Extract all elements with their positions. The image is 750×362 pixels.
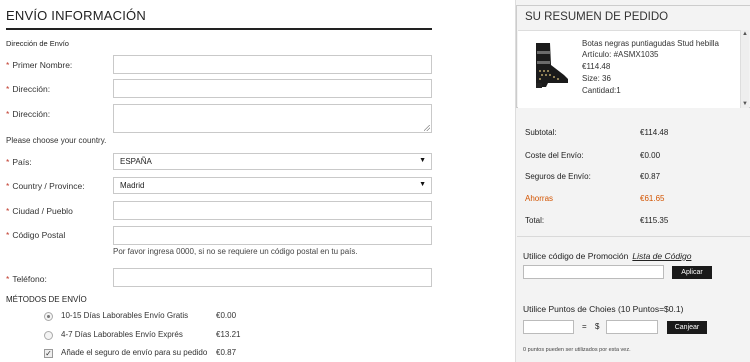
postal-label: * Código Postal bbox=[6, 230, 66, 240]
apply-promo-button[interactable]: Aplicar bbox=[672, 266, 712, 279]
dropdown-arrow-icon: ▼ bbox=[419, 181, 426, 188]
points-input[interactable] bbox=[523, 320, 574, 334]
promo-code-list-link[interactable]: Lista de Código bbox=[632, 251, 691, 261]
resize-grip-icon[interactable] bbox=[424, 125, 430, 131]
insurance-price: €0.87 bbox=[216, 348, 237, 357]
phone-input[interactable] bbox=[113, 268, 432, 287]
currency-sign: $ bbox=[595, 322, 600, 331]
product-quantity: Cantidad:1 bbox=[582, 86, 621, 95]
address-section-heading: Dirección de Envío bbox=[6, 39, 69, 48]
country-select[interactable]: ESPAÑA ▼ bbox=[113, 153, 432, 170]
postal-input[interactable] bbox=[113, 226, 432, 245]
product-name[interactable]: Botas negras puntiagudas Stud hebilla bbox=[582, 39, 719, 48]
insurance-cost-value: €0.87 bbox=[640, 172, 661, 181]
city-label: * Ciudad / Pueblo bbox=[6, 206, 73, 216]
country-label: * País: bbox=[6, 157, 32, 167]
city-input[interactable] bbox=[113, 201, 432, 220]
order-summary-panel: SU RESUMEN DE PEDIDO Botas negras puntia… bbox=[515, 0, 750, 362]
required-mark: * bbox=[6, 60, 10, 70]
shipping-option-name: 10-15 Días Laborables Envío Gratis bbox=[61, 311, 189, 320]
shipping-option-express[interactable]: 4-7 Días Laborables Envío Exprés €13.21 bbox=[44, 329, 304, 343]
page-title: ENVÍO INFORMACIÓN bbox=[6, 8, 146, 23]
country-prompt: Please choose your country. bbox=[6, 136, 107, 145]
required-mark: * bbox=[6, 84, 10, 94]
equals-sign: = bbox=[582, 322, 587, 331]
shipping-methods-heading: MÉTODOS DE ENVÍO bbox=[6, 295, 87, 304]
summary-title: SU RESUMEN DE PEDIDO bbox=[525, 11, 669, 23]
product-list-scrollbar[interactable]: ▲ ▼ bbox=[740, 30, 749, 108]
product-price: €114.48 bbox=[582, 62, 611, 71]
province-selected: Madrid bbox=[120, 181, 145, 190]
required-mark: * bbox=[6, 230, 10, 240]
redeem-points-button[interactable]: Canjear bbox=[667, 321, 707, 334]
product-size: Size: 36 bbox=[582, 74, 611, 83]
checkbox-checked-icon[interactable]: ✓ bbox=[44, 349, 53, 358]
address1-input[interactable] bbox=[113, 79, 432, 98]
points-label: Utilice Puntos de Choies (10 Puntos=$0.1… bbox=[523, 304, 684, 314]
title-divider bbox=[6, 28, 432, 30]
order-summary-box: SU RESUMEN DE PEDIDO Botas negras puntia… bbox=[516, 5, 750, 108]
points-value-input[interactable] bbox=[606, 320, 658, 334]
points-note: 0 puntos pueden ser utilizados por esta … bbox=[523, 347, 631, 353]
promo-label: Utilice código de Promoción Lista de Códi… bbox=[523, 251, 692, 261]
total-label: Total: bbox=[525, 216, 545, 225]
required-mark: * bbox=[6, 274, 10, 284]
savings-label: Ahorras bbox=[525, 194, 554, 203]
address2-label: * Dirección: bbox=[6, 109, 51, 119]
shipping-insurance-option[interactable]: ✓ Añade el seguro de envío para su pedid… bbox=[44, 347, 304, 361]
required-mark: * bbox=[6, 109, 10, 119]
subtotal-value: €114.48 bbox=[640, 128, 669, 137]
insurance-label: Añade el seguro de envío para su pedido bbox=[61, 348, 208, 357]
country-selected: ESPAÑA bbox=[120, 157, 152, 166]
subtotal-label: Subtotal: bbox=[525, 128, 557, 137]
shipping-option-standard[interactable]: 10-15 Días Laborables Envío Gratis €0.00 bbox=[44, 310, 304, 324]
totals-divider bbox=[517, 236, 750, 237]
postal-hint: Por favor ingresa 0000, si no se requier… bbox=[113, 247, 358, 256]
shipping-option-name: 4-7 Días Laborables Envío Exprés bbox=[61, 330, 183, 339]
required-mark: * bbox=[6, 206, 10, 216]
province-label: * Country / Province: bbox=[6, 181, 85, 191]
radio-unselected[interactable] bbox=[44, 331, 53, 340]
required-mark: * bbox=[6, 157, 10, 167]
required-mark: * bbox=[6, 181, 10, 191]
first-name-label: * Primer Nombre: bbox=[6, 60, 73, 70]
shipping-option-price: €0.00 bbox=[216, 311, 237, 320]
shipping-cost-label: Coste del Envío: bbox=[525, 151, 584, 160]
insurance-cost-label: Seguros de Envío: bbox=[525, 172, 591, 181]
shipping-form: ENVÍO INFORMACIÓN Dirección de Envío * Pr… bbox=[0, 0, 440, 362]
product-list: Botas negras puntiagudas Stud hebilla Ar… bbox=[518, 30, 740, 108]
phone-label: * Teléfono: bbox=[6, 274, 47, 284]
product-article: Artículo: #ASMX1035 bbox=[582, 50, 659, 59]
savings-value: €61.65 bbox=[640, 194, 665, 203]
total-value: €115.35 bbox=[640, 216, 669, 225]
address1-label: * Dirección: bbox=[6, 84, 51, 94]
radio-selected[interactable] bbox=[44, 312, 53, 321]
scroll-up-arrow-icon[interactable]: ▲ bbox=[741, 30, 749, 38]
first-name-input[interactable] bbox=[113, 55, 432, 74]
promo-code-input[interactable] bbox=[523, 265, 664, 279]
dropdown-arrow-icon: ▼ bbox=[419, 157, 426, 164]
province-select[interactable]: Madrid ▼ bbox=[113, 177, 432, 194]
scroll-down-arrow-icon[interactable]: ▼ bbox=[741, 100, 749, 108]
shipping-option-price: €13.21 bbox=[216, 330, 241, 339]
product-image[interactable] bbox=[528, 41, 570, 89]
shipping-cost-value: €0.00 bbox=[640, 151, 661, 160]
address2-textarea[interactable] bbox=[113, 104, 432, 133]
